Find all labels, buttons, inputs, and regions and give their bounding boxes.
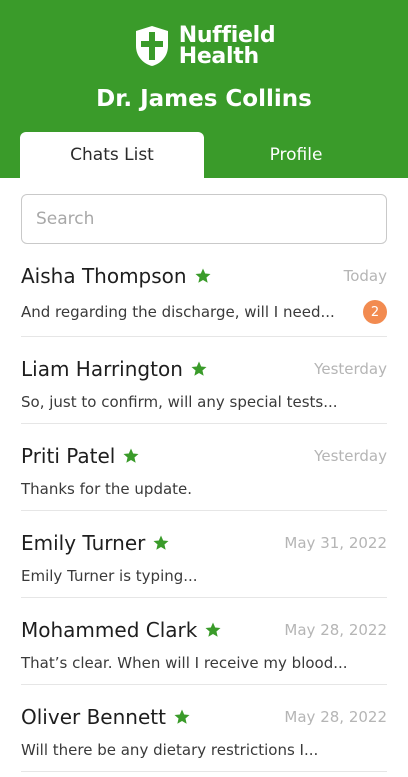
unread-badge: 2: [363, 300, 387, 324]
chat-item[interactable]: Mohammed Clark May 28, 2022 That’s clear…: [21, 598, 387, 685]
chat-item[interactable]: Priti Patel Yesterday Thanks for the upd…: [21, 424, 387, 511]
chat-date: Today: [343, 267, 387, 285]
brand-logo: Nuffield Health: [0, 24, 408, 68]
brand-name: Nuffield Health: [178, 23, 276, 69]
chat-preview: Thanks for the update.: [21, 480, 193, 498]
chat-preview: Will there be any dietary restrictions I…: [21, 741, 319, 759]
nuffield-shield-icon: [135, 26, 168, 66]
chat-contact-name: Emily Turner: [21, 531, 146, 555]
tab-profile[interactable]: Profile: [204, 132, 388, 178]
search-input[interactable]: [21, 194, 387, 244]
chat-contact-name: Priti Patel: [21, 444, 116, 468]
chat-contact-name: Liam Harrington: [21, 357, 183, 381]
chat-preview: That’s clear. When will I receive my blo…: [21, 654, 348, 672]
star-icon: [205, 622, 221, 637]
chat-contact-name: Aisha Thompson: [21, 264, 187, 288]
chat-date: Yesterday: [314, 360, 387, 378]
star-icon: [174, 709, 190, 724]
chat-date: May 31, 2022: [284, 534, 387, 552]
chat-preview: So, just to confirm, will any special te…: [21, 393, 338, 411]
star-icon: [195, 268, 211, 283]
tab-chats-list[interactable]: Chats List: [20, 132, 204, 178]
chat-item[interactable]: Aisha Thompson Today And regarding the d…: [21, 244, 387, 337]
chat-date: May 28, 2022: [284, 708, 387, 726]
doctor-name: Dr. James Collins: [96, 86, 312, 112]
chat-contact-name: Mohammed Clark: [21, 618, 198, 642]
search-container: [0, 178, 408, 244]
star-icon: [153, 535, 169, 550]
chat-date: May 28, 2022: [284, 621, 387, 639]
chat-list: Aisha Thompson Today And regarding the d…: [21, 244, 387, 772]
chat-contact-name: Oliver Bennett: [21, 705, 166, 729]
tab-bar: Chats List Profile: [20, 132, 388, 178]
chat-item[interactable]: Emily Turner May 31, 2022 Emily Turner i…: [21, 511, 387, 598]
chat-item[interactable]: Oliver Bennett May 28, 2022 Will there b…: [21, 685, 387, 772]
app-header: Nuffield Health Dr. James Collins Chats …: [0, 0, 408, 178]
chat-item[interactable]: Liam Harrington Yesterday So, just to co…: [21, 337, 387, 424]
chat-date: Yesterday: [314, 447, 387, 465]
chat-preview: Emily Turner is typing...: [21, 567, 198, 585]
chat-preview: And regarding the discharge, will I need…: [21, 303, 335, 321]
star-icon: [191, 361, 207, 376]
star-icon: [123, 448, 139, 463]
